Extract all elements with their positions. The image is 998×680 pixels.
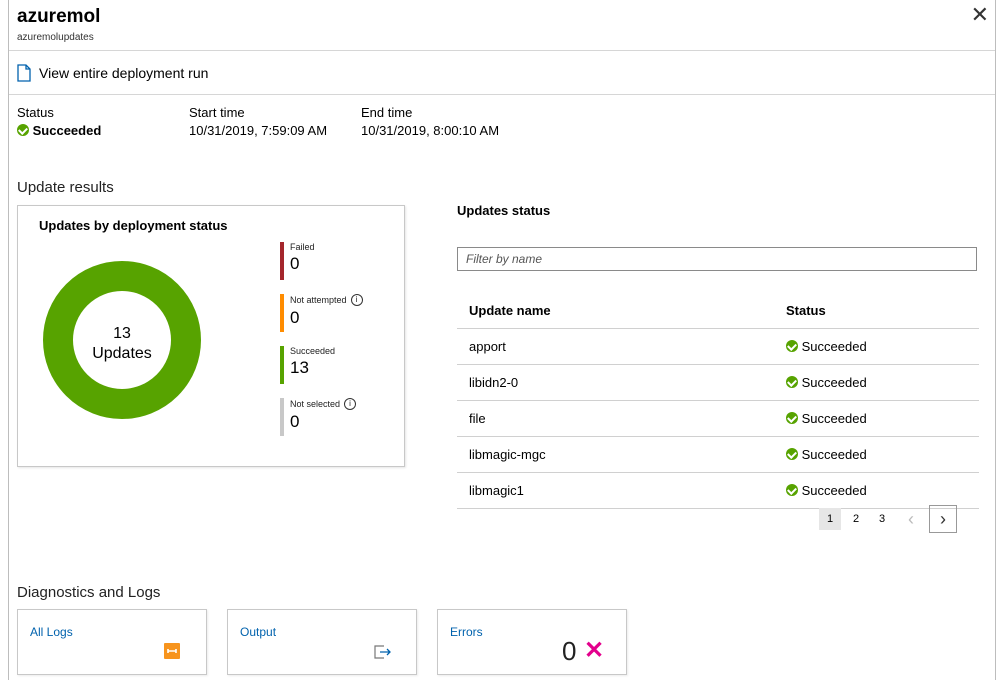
start-time-label: Start time <box>189 105 245 120</box>
view-deployment-run-button[interactable]: View entire deployment run <box>17 60 208 86</box>
update-name-cell: libmagic1 <box>457 472 770 509</box>
info-icon[interactable]: i <box>350 294 363 306</box>
info-icon[interactable]: i <box>344 398 357 410</box>
update-name-cell: libmagic-mgc <box>457 436 770 473</box>
output-icon <box>374 645 391 659</box>
table-row[interactable]: apport Succeeded <box>457 328 979 365</box>
updates-table: Update name Status apport Succeeded libid… <box>457 292 979 509</box>
success-check-icon <box>786 376 798 388</box>
legend-color-bar <box>280 242 284 280</box>
diagnostics-heading: Diagnostics and Logs <box>17 584 161 601</box>
previous-page-button[interactable]: ‹ <box>897 505 925 533</box>
legend-value: 0 <box>290 412 300 431</box>
table-row[interactable]: libidn2-0 Succeeded <box>457 364 979 401</box>
status-cell: Succeeded <box>770 472 979 509</box>
success-check-icon <box>786 340 798 352</box>
status-text: Succeeded <box>801 375 867 390</box>
donut-center-label: Updates <box>92 345 152 362</box>
legend-label: Not selected <box>290 399 341 409</box>
legend-label: Failed <box>290 242 315 252</box>
output-label: Output <box>240 625 277 639</box>
output-tile[interactable]: Output <box>227 609 417 675</box>
status-text: Succeeded <box>801 411 867 426</box>
end-time-field: End time 10/31/2019, 8:00:10 AM <box>361 105 499 138</box>
legend-item: Succeeded 13 <box>280 346 363 398</box>
column-header-update-name[interactable]: Update name <box>457 292 770 329</box>
start-time-field: Start time 10/31/2019, 7:59:09 AM <box>189 105 327 138</box>
donut-center-count: 13 <box>113 325 131 342</box>
status-value: Succeeded <box>32 123 102 138</box>
legend-color-bar <box>280 398 284 436</box>
next-page-button[interactable]: › <box>929 505 957 533</box>
status-label: Status <box>17 105 54 120</box>
status-donut-chart: 13 Updates <box>43 260 201 419</box>
filter-by-name-input[interactable] <box>457 247 977 271</box>
status-cell: Succeeded <box>770 328 979 365</box>
page-3-button[interactable]: 3 <box>871 508 893 530</box>
legend-label: Succeeded <box>290 346 336 356</box>
status-text: Succeeded <box>801 339 867 354</box>
chart-title: Updates by deployment status <box>39 218 228 233</box>
deployment-status-chart-card[interactable]: Updates by deployment status 13 Updates … <box>17 205 405 467</box>
document-icon <box>17 64 31 82</box>
all-logs-label: All Logs <box>30 625 73 639</box>
pagination: 123 ‹ › <box>819 505 957 533</box>
table-row[interactable]: libmagic-mgc Succeeded <box>457 436 979 473</box>
success-check-icon <box>786 484 798 496</box>
errors-tile[interactable]: Errors 0 ✕ <box>437 609 627 675</box>
updates-status-heading: Updates status <box>457 203 551 218</box>
legend-item: Not selected i 0 <box>280 398 363 450</box>
legend-value: 0 <box>290 308 300 327</box>
status-text: Succeeded <box>801 483 867 498</box>
legend-value: 0 <box>290 254 300 273</box>
blade: azuremol azuremolupdates ✕ View entire d… <box>8 0 996 680</box>
success-check-icon <box>786 448 798 460</box>
table-row[interactable]: libmagic1 Succeeded <box>457 472 979 509</box>
column-header-status[interactable]: Status <box>770 292 979 329</box>
legend-color-bar <box>280 294 284 332</box>
start-time-value: 10/31/2019, 7:59:09 AM <box>189 123 328 138</box>
close-icon[interactable]: ✕ <box>971 4 989 26</box>
page-title: azuremol <box>17 6 101 27</box>
status-cell: Succeeded <box>770 364 979 401</box>
update-name-cell: libidn2-0 <box>457 364 770 401</box>
legend-value: 13 <box>290 358 309 377</box>
end-time-value: 10/31/2019, 8:00:10 AM <box>361 123 500 138</box>
legend-color-bar <box>280 346 284 384</box>
legend-label: Not attempted <box>290 295 347 305</box>
status-text: Succeeded <box>801 447 867 462</box>
page-2-button[interactable]: 2 <box>845 508 867 530</box>
end-time-label: End time <box>361 105 413 120</box>
page-subtitle: azuremolupdates <box>17 32 94 43</box>
update-name-cell: file <box>457 400 770 437</box>
error-x-icon: ✕ <box>584 637 605 664</box>
status-cell: Succeeded <box>770 436 979 473</box>
update-results-heading: Update results <box>17 179 114 196</box>
errors-label: Errors <box>450 625 483 639</box>
blade-header: azuremol azuremolupdates ✕ <box>9 0 995 51</box>
table-row[interactable]: file Succeeded <box>457 400 979 437</box>
divider <box>9 94 995 95</box>
legend-item: Not attempted i 0 <box>280 294 363 346</box>
log-icon <box>164 643 180 659</box>
legend-item: Failed 0 <box>280 242 363 294</box>
status-cell: Succeeded <box>770 400 979 437</box>
update-name-cell: apport <box>457 328 770 365</box>
success-check-icon <box>786 412 798 424</box>
page-1-button[interactable]: 1 <box>819 508 841 530</box>
all-logs-tile[interactable]: All Logs <box>17 609 207 675</box>
chart-legend: Failed 0 Not attempted i 0 Succeeded 13 Not sel… <box>280 242 363 450</box>
table-header-row: Update name Status <box>457 292 979 329</box>
success-check-icon <box>17 124 29 136</box>
status-field: Status Succeeded <box>17 105 101 138</box>
view-deployment-run-label: View entire deployment run <box>39 65 209 81</box>
errors-count: 0 <box>562 636 577 666</box>
